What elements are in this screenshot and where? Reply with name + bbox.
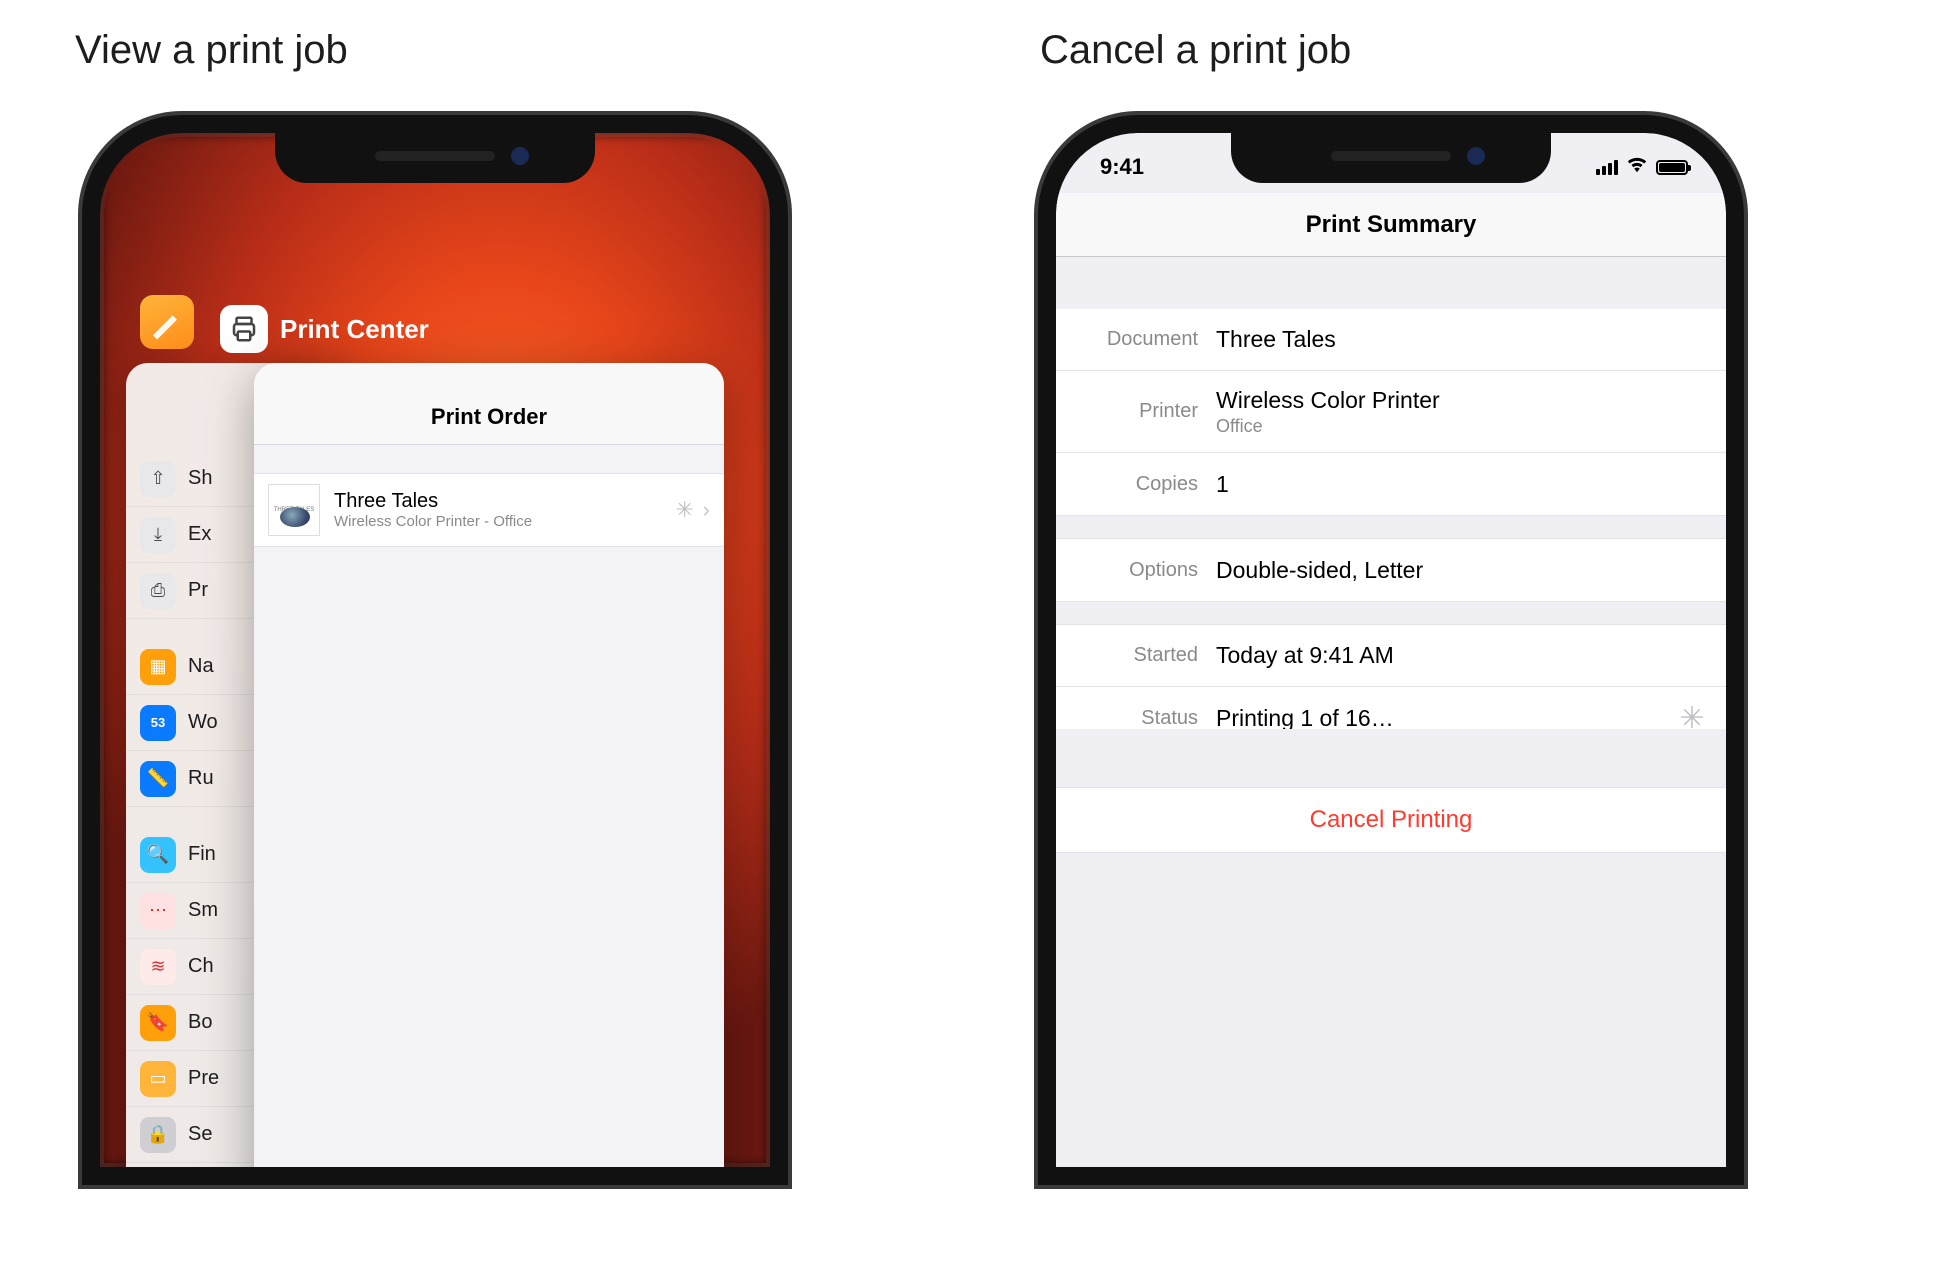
share-sheet-row-label: Se [188, 1123, 212, 1146]
row-options: Options Double-sided, Letter [1056, 539, 1726, 601]
export-icon: ⤓ [140, 517, 176, 553]
share-sheet-row-label: Sm [188, 899, 218, 922]
chevron-right-icon: › [703, 497, 710, 523]
side-button [787, 403, 788, 533]
print-job-subtitle: Wireless Color Printer - Office [334, 513, 675, 530]
label-document: Document [1056, 328, 1216, 351]
value-printer-location: Office [1216, 416, 1706, 437]
section-title-view: View a print job [75, 28, 348, 73]
share-sheet-row-label: Pr [188, 579, 208, 602]
row-started: Started Today at 9:41 AM [1056, 625, 1726, 687]
print-summary-list: Document Three Tales Printer Wireless Co… [1056, 309, 1726, 749]
mute-switch [1038, 303, 1039, 347]
nav-bar-title: Print Summary [1056, 193, 1726, 257]
share-sheet-row-label: Ex [188, 523, 211, 546]
label-status: Status [1056, 707, 1216, 730]
wifi-icon [1626, 155, 1648, 179]
volume-down-button [82, 493, 83, 583]
volume-down-button [1038, 493, 1039, 583]
mute-switch [82, 303, 83, 347]
label-printer: Printer [1056, 400, 1216, 423]
value-status: Printing 1 of 16… [1216, 705, 1394, 732]
screen-left: Print Center ⇧ Sh ⤓ Ex ⎙ Pr ▦ Na 53 Wo 📏 Ru 🔍 Fin ⋯ Sm ≋… [100, 133, 770, 1167]
share-sheet-row-label: Wo [188, 711, 218, 734]
status-time: 9:41 [1100, 154, 1144, 180]
change-icon: ≋ [140, 949, 176, 985]
print-job-title: Three Tales [334, 490, 675, 513]
row-copies: Copies 1 [1056, 453, 1726, 515]
spinner-icon: ✳ [1678, 704, 1706, 732]
smart-icon: ⋯ [140, 893, 176, 929]
label-options: Options [1056, 559, 1216, 582]
share-sheet-row-label: Bo [188, 1011, 212, 1034]
value-document: Three Tales [1216, 326, 1726, 353]
present-icon: ▭ [140, 1061, 176, 1097]
share-sheet-row-label: Na [188, 655, 214, 678]
bookmark-icon: 🔖 [140, 1005, 176, 1041]
spinner-icon [675, 500, 695, 520]
lock-icon: 🔒 [140, 1117, 176, 1153]
app-switcher-card-title: Print Center [220, 305, 429, 353]
pages-app-icon[interactable] [140, 295, 194, 349]
phone-mockup-left: Print Center ⇧ Sh ⤓ Ex ⎙ Pr ▦ Na 53 Wo 📏 Ru 🔍 Fin ⋯ Sm ≋… [82, 115, 788, 1185]
label-started: Started [1056, 644, 1216, 667]
print-center-card[interactable]: Print Order THREE TALES Three Tales Wire… [254, 363, 724, 1167]
print-order-item[interactable]: THREE TALES Three Tales Wireless Color P… [254, 473, 724, 547]
value-copies: 1 [1216, 471, 1726, 498]
notch [275, 131, 595, 183]
notch [1231, 131, 1551, 183]
volume-up-button [82, 383, 83, 473]
row-printer: Printer Wireless Color Printer Office [1056, 371, 1726, 453]
screen-right: 9:41 Print Summary Document Three Tales … [1056, 133, 1726, 1167]
screen-background [1056, 853, 1726, 1167]
section-gap [1056, 729, 1726, 787]
share-icon: ⇧ [140, 461, 176, 497]
row-document: Document Three Tales [1056, 309, 1726, 371]
print-order-header: Print Order [254, 363, 724, 445]
share-sheet-row-label: Fin [188, 843, 216, 866]
print-center-title: Print Center [280, 314, 429, 345]
value-printer: Wireless Color Printer [1216, 387, 1706, 414]
section-gap [1056, 601, 1726, 625]
doc-icon: ▦ [140, 649, 176, 685]
search-icon: 🔍 [140, 837, 176, 873]
ruler-icon: 📏 [140, 761, 176, 797]
share-sheet-row-label: Ru [188, 767, 214, 790]
print-icon: ⎙ [140, 573, 176, 609]
side-button [1743, 403, 1744, 533]
share-sheet-row-label: Sh [188, 467, 212, 490]
label-copies: Copies [1056, 473, 1216, 496]
battery-icon [1656, 160, 1688, 175]
volume-up-button [1038, 383, 1039, 473]
phone-mockup-right: 9:41 Print Summary Document Three Tales … [1038, 115, 1744, 1185]
share-sheet-row-label: Ch [188, 955, 214, 978]
value-options: Double-sided, Letter [1216, 557, 1726, 584]
section-title-cancel: Cancel a print job [1040, 28, 1351, 73]
value-started: Today at 9:41 AM [1216, 642, 1726, 669]
section-gap [1056, 515, 1726, 539]
cellular-signal-icon [1596, 159, 1618, 175]
document-thumbnail: THREE TALES [268, 484, 320, 536]
share-sheet-row-label: Pre [188, 1067, 219, 1090]
print-center-app-icon [220, 305, 268, 353]
cancel-printing-button[interactable]: Cancel Printing [1056, 787, 1726, 853]
calendar-icon: 53 [140, 705, 176, 741]
